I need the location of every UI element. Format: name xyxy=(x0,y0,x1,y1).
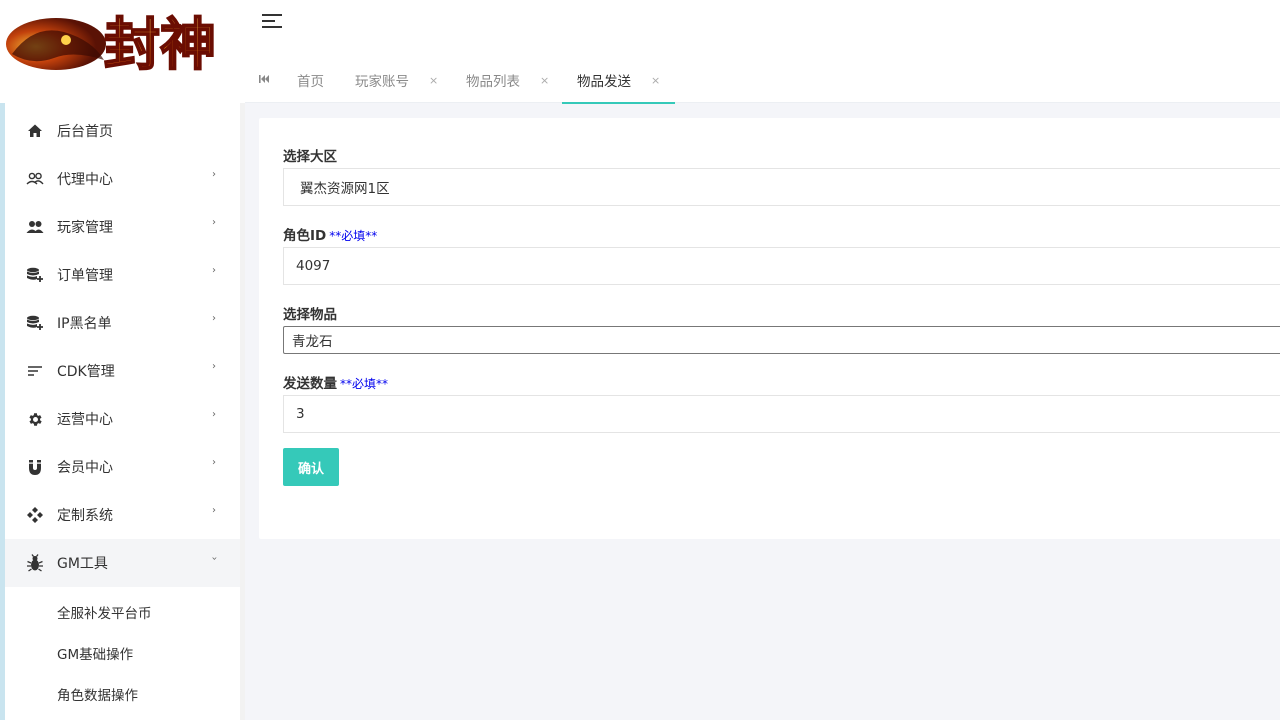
tab-label: 首页 xyxy=(297,74,324,90)
sidebar-subitem-label: 角色数据操作 xyxy=(57,687,138,704)
close-icon[interactable]: × xyxy=(429,74,438,87)
item-value: 青龙石 xyxy=(292,334,333,350)
item-label: 选择物品 xyxy=(283,307,337,323)
diamond-grid-icon xyxy=(25,505,45,525)
sidebar-item-label: GM工具 xyxy=(57,556,108,572)
sidebar-scrollbar[interactable] xyxy=(240,103,245,720)
chevron-down-icon: › xyxy=(208,556,220,561)
region-label: 选择大区 xyxy=(283,149,337,165)
required-hint: **必填** xyxy=(329,229,378,243)
sidebar-item-gm-tools[interactable]: GM工具 › xyxy=(5,539,243,587)
sidebar-item-agent-center[interactable]: 代理中心 › xyxy=(5,155,240,203)
users-outline-icon xyxy=(25,169,45,189)
tab-label: 玩家账号 xyxy=(355,74,409,90)
tab-item-send[interactable]: 物品发送 × xyxy=(562,57,676,104)
sidebar-item-order-management[interactable]: 订单管理 › xyxy=(5,251,240,299)
close-icon[interactable]: × xyxy=(540,74,549,87)
logo-text: 封神 xyxy=(104,12,216,78)
sidebar-item-label: 运营中心 xyxy=(57,412,113,428)
sort-lines-icon xyxy=(25,361,45,381)
sidebar-subitem-platform-currency[interactable]: 全服补发平台币 xyxy=(5,591,240,632)
database-add-icon xyxy=(25,265,45,285)
sidebar-item-label: 代理中心 xyxy=(57,172,113,188)
quantity-value: 3 xyxy=(296,406,305,422)
database-add-icon xyxy=(25,313,45,333)
sidebar-item-cdk-management[interactable]: CDK管理 › xyxy=(5,347,240,395)
quantity-label-text: 发送数量 xyxy=(283,376,337,392)
send-item-form: 选择大区 翼杰资源网1区 角色ID **必填** 4097 选择物品 青龙石 发送… xyxy=(259,118,1280,539)
sidebar-item-custom-system[interactable]: 定制系统 › xyxy=(5,491,240,539)
chevron-right-icon: › xyxy=(212,169,216,180)
sidebar-item-member-center[interactable]: 会员中心 › xyxy=(5,443,240,491)
sidebar-item-operations-center[interactable]: 运营中心 › xyxy=(5,395,240,443)
chevron-right-icon: › xyxy=(212,409,216,420)
sidebar-item-label: 定制系统 xyxy=(57,508,113,524)
sidebar-item-label: 玩家管理 xyxy=(57,220,113,236)
chevron-right-icon: › xyxy=(212,217,216,228)
sidebar-item-label: 会员中心 xyxy=(57,460,113,476)
quantity-input[interactable]: 3 xyxy=(283,395,1280,433)
quantity-label: 发送数量 **必填** xyxy=(283,372,388,392)
sidebar-item-label: CDK管理 xyxy=(57,364,115,380)
magnet-icon xyxy=(25,457,45,477)
chevron-right-icon: › xyxy=(212,457,216,468)
logo-image-icon: 封神 xyxy=(6,11,217,79)
gear-icon xyxy=(25,409,45,429)
logo[interactable]: 封神 xyxy=(0,0,245,103)
sidebar-item-label: 订单管理 xyxy=(57,268,113,284)
role-id-input[interactable]: 4097 xyxy=(283,247,1280,285)
tab-home[interactable]: 首页 xyxy=(297,57,324,103)
role-id-value: 4097 xyxy=(296,258,331,274)
tab-label: 物品列表 xyxy=(466,74,520,90)
region-select[interactable]: 翼杰资源网1区 xyxy=(283,168,1280,206)
item-select[interactable]: 青龙石 xyxy=(283,326,1280,354)
users-icon xyxy=(25,217,45,237)
tab-bar: 首页 玩家账号 × 物品列表 × 物品发送 × xyxy=(245,57,1280,104)
role-id-label-text: 角色ID xyxy=(283,228,327,244)
chevron-right-icon: › xyxy=(212,265,216,276)
sidebar-item-home[interactable]: 后台首页 xyxy=(5,107,240,155)
region-value: 翼杰资源网1区 xyxy=(300,181,390,197)
chevron-right-icon: › xyxy=(212,361,216,372)
skip-back-icon[interactable] xyxy=(258,71,272,87)
sidebar-nav: 后台首页 代理中心 › 玩家管理 › 订单管理 › IP黑名单 › CDK管理 … xyxy=(5,103,243,720)
confirm-button[interactable]: 确认 xyxy=(283,448,339,486)
sidebar-item-player-management[interactable]: 玩家管理 › xyxy=(5,203,240,251)
sidebar-subitem-role-data[interactable]: 角色数据操作 xyxy=(5,673,240,714)
close-icon[interactable]: × xyxy=(651,74,660,87)
chevron-right-icon: › xyxy=(212,505,216,516)
sidebar-subitem-gm-basic[interactable]: GM基础操作 xyxy=(5,632,240,673)
sidebar-item-label: 后台首页 xyxy=(57,124,113,140)
chevron-right-icon: › xyxy=(212,313,216,324)
sidebar-subitem-label: 全服补发平台币 xyxy=(57,605,152,622)
sidebar-item-label: IP黑名单 xyxy=(57,316,112,332)
tab-item-list[interactable]: 物品列表 × xyxy=(466,57,549,103)
role-id-label: 角色ID **必填** xyxy=(283,224,377,244)
sidebar: 封神 后台首页 代理中心 › 玩家管理 › 订单管理 › IP黑名单 › CDK… xyxy=(0,0,245,720)
sidebar-item-ip-blacklist[interactable]: IP黑名单 › xyxy=(5,299,240,347)
sidebar-subitem-label: GM基础操作 xyxy=(57,646,134,663)
tab-player-account[interactable]: 玩家账号 × xyxy=(355,57,438,103)
top-header xyxy=(245,0,1280,57)
bug-icon xyxy=(25,553,45,573)
menu-toggle-icon[interactable] xyxy=(262,12,284,32)
tab-label: 物品发送 xyxy=(577,74,631,90)
home-icon xyxy=(25,121,45,141)
required-hint: **必填** xyxy=(340,377,389,391)
